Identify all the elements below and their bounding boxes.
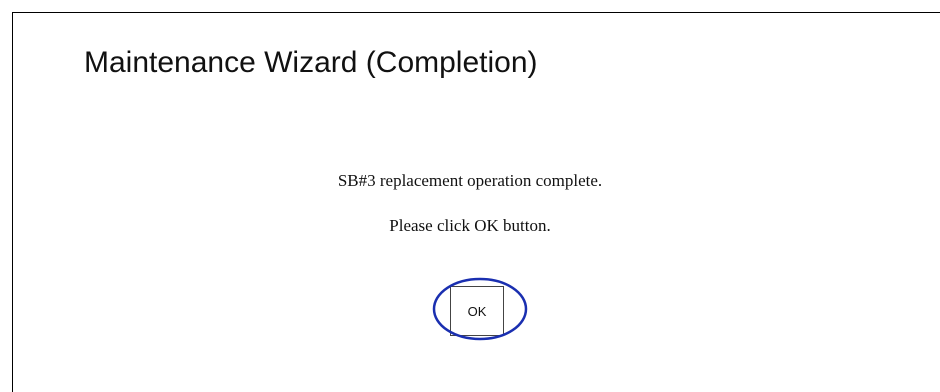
instruction-message: Please click OK button. [389, 216, 551, 235]
ok-button-container: OK [450, 286, 504, 336]
page-title: Maintenance Wizard (Completion) [84, 46, 538, 79]
ok-button[interactable]: OK [450, 286, 504, 336]
completion-message: SB#3 replacement operation complete. [337, 171, 603, 190]
